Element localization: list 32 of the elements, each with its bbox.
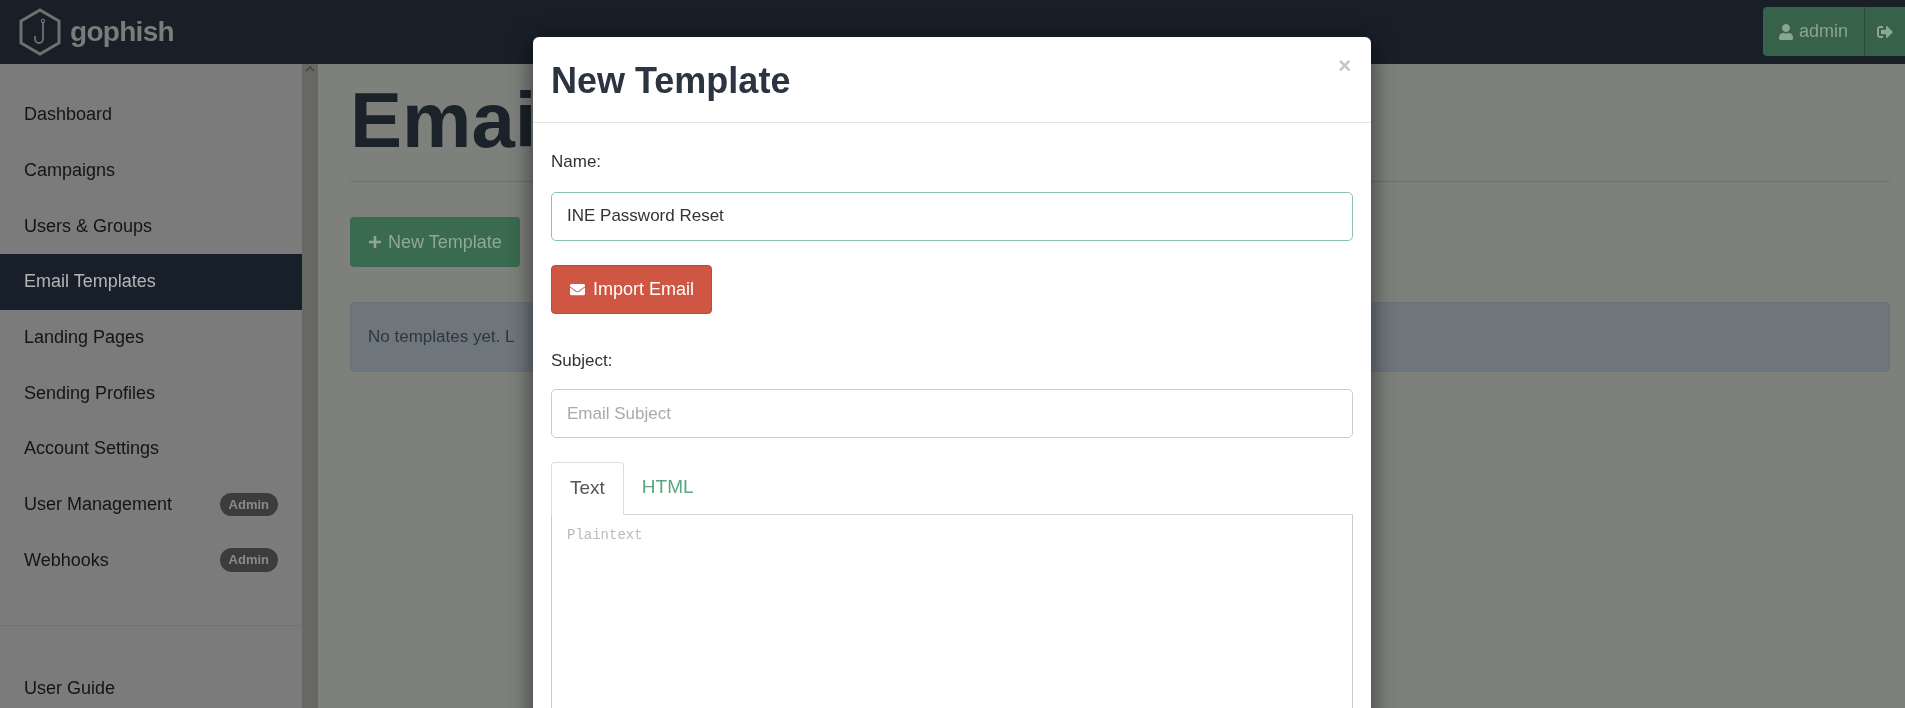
user-menu-button[interactable]: admin	[1762, 7, 1864, 56]
sidebar-item[interactable]: Dashboard	[0, 87, 302, 143]
plus-icon	[368, 235, 382, 249]
sidebar-item[interactable]: Account Settings	[0, 421, 302, 477]
modal-title: New Template	[551, 59, 791, 103]
alert-text: No templates yet. L	[368, 326, 515, 349]
subject-input-field[interactable]: Email Subject	[551, 389, 1353, 438]
sidebar-item[interactable]: Email Templates	[0, 254, 302, 310]
sidebar-item[interactable]: Users & Groups	[0, 198, 302, 254]
import-email-button[interactable]: Import Email	[551, 264, 713, 314]
page-title: Emai	[350, 81, 537, 165]
sidebar-item[interactable]: Campaigns	[0, 142, 302, 199]
sidebar-item[interactable]: User Management Admin	[0, 476, 302, 533]
envelope-icon	[569, 281, 586, 297]
sidebar-item[interactable]: Sending Profiles	[0, 365, 302, 422]
subject-label: Subject:	[551, 349, 614, 372]
logout-icon	[1877, 23, 1893, 40]
name-label: Name:	[551, 151, 603, 173]
editor-tab[interactable]: HTML	[623, 461, 712, 514]
logout-button[interactable]	[1864, 7, 1905, 56]
editor-tab[interactable]: Text	[551, 462, 624, 515]
admin-badge: Admin	[219, 492, 278, 517]
new-template-button[interactable]: New Template	[350, 217, 520, 267]
sidebar-item[interactable]: Landing Pages	[0, 309, 302, 366]
plaintext-editor-field[interactable]: Plaintext	[551, 515, 1353, 708]
admin-badge: Admin	[219, 548, 278, 572]
hexagon-hook-logo-icon	[18, 8, 62, 56]
user-icon	[1778, 23, 1793, 40]
sidebar-item[interactable]: User Guide	[0, 668, 302, 708]
sidebar-item[interactable]: Webhooks Admin	[0, 532, 302, 589]
name-input-field[interactable]: INE Password Reset	[551, 191, 1353, 241]
brand-name[interactable]: gophish	[70, 11, 174, 53]
